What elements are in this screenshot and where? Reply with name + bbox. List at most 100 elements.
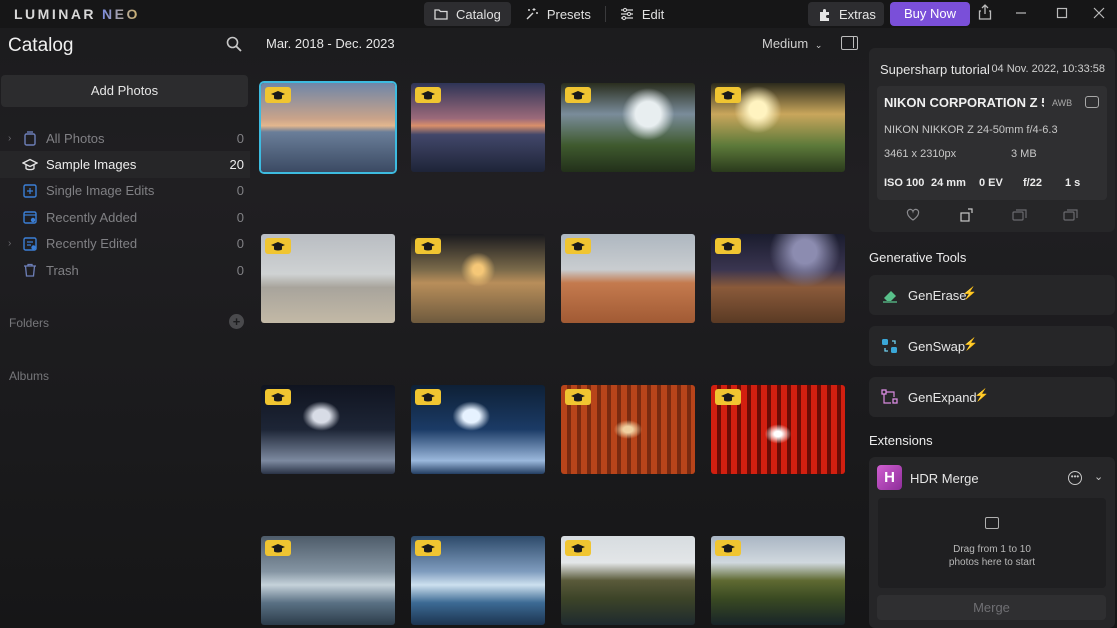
graduation-cap-icon bbox=[421, 543, 435, 552]
minimize-icon[interactable] bbox=[1011, 4, 1031, 24]
photo-thumbnail[interactable] bbox=[711, 83, 845, 172]
sidebar-item-label: Sample Images bbox=[46, 157, 137, 173]
mode-switcher: Catalog Presets Edit bbox=[424, 2, 674, 26]
recently-edited-icon bbox=[23, 237, 37, 251]
extensions-title: Extensions bbox=[869, 433, 933, 448]
search-icon[interactable] bbox=[226, 36, 242, 52]
logo-accent: NEO bbox=[102, 6, 140, 22]
sample-badge bbox=[715, 540, 741, 556]
lightning-icon: ⚡ bbox=[974, 388, 989, 402]
close-icon[interactable] bbox=[1089, 4, 1109, 24]
generase-tool[interactable]: GenErase ⚡ bbox=[869, 275, 1115, 315]
chevron-right-icon[interactable]: › bbox=[8, 133, 11, 144]
eraser-icon bbox=[883, 291, 897, 303]
tab-catalog[interactable]: Catalog bbox=[424, 2, 511, 26]
drop-line-1: Drag from 1 to 10 bbox=[953, 544, 1031, 555]
images-icon bbox=[985, 517, 999, 529]
focal-length: 24 mm bbox=[931, 177, 966, 189]
genswap-tool[interactable]: GenSwap ⚡ bbox=[869, 326, 1115, 366]
photo-thumbnail[interactable] bbox=[561, 385, 695, 474]
app-logo: LUMINAR NEO bbox=[14, 6, 140, 22]
tab-presets[interactable]: Presets bbox=[515, 2, 601, 26]
photo-thumbnail[interactable] bbox=[711, 234, 845, 323]
graduation-cap-icon bbox=[721, 543, 735, 552]
merge-button[interactable]: Merge bbox=[877, 595, 1106, 620]
puzzle-icon bbox=[820, 8, 829, 21]
chevron-down-icon: ⌄ bbox=[814, 40, 823, 50]
lightning-icon: ⚡ bbox=[963, 337, 978, 351]
lens-model: NIKON NIKKOR Z 24-50mm f/4-6.3 bbox=[884, 124, 1058, 136]
expand-info-icon[interactable] bbox=[1085, 96, 1099, 108]
sidebar-item-single-image-edits[interactable]: Single Image Edits 0 bbox=[0, 178, 250, 204]
photo-thumbnail[interactable] bbox=[711, 385, 845, 474]
photo-thumbnail[interactable] bbox=[561, 536, 695, 625]
photo-thumbnail[interactable] bbox=[411, 234, 545, 323]
duplicate-icon[interactable] bbox=[1063, 208, 1078, 222]
swap-icon bbox=[882, 339, 897, 353]
sidebar-item-all-photos[interactable]: › All Photos 0 bbox=[0, 125, 250, 151]
heart-icon[interactable] bbox=[906, 208, 920, 222]
sidebar-item-count: 0 bbox=[236, 262, 244, 278]
photo-thumbnail[interactable] bbox=[561, 83, 695, 172]
rotate-icon[interactable] bbox=[960, 208, 974, 222]
photo-thumbnail[interactable] bbox=[261, 385, 395, 474]
add-folder-icon[interactable]: + bbox=[229, 314, 244, 329]
photo-thumbnail[interactable] bbox=[411, 83, 545, 172]
thumbnail-size-select[interactable]: Medium ⌄ bbox=[762, 36, 822, 51]
sidebar-item-label: Single Image Edits bbox=[46, 183, 155, 199]
sidebar-item-sample-images[interactable]: Sample Images 20 bbox=[0, 151, 250, 178]
sample-badge bbox=[265, 87, 291, 103]
genexpand-tool[interactable]: GenExpand ⚡ bbox=[869, 377, 1115, 417]
extras-button[interactable]: Extras bbox=[808, 2, 884, 26]
sparkle-icon bbox=[526, 8, 538, 20]
sample-badge bbox=[715, 238, 741, 254]
graduation-cap-icon bbox=[571, 90, 585, 99]
graduation-cap-icon bbox=[721, 90, 735, 99]
shutter-value: 1 s bbox=[1065, 177, 1081, 189]
camera-model: NIKON CORPORATION Z 5 bbox=[884, 95, 1044, 110]
white-balance: AWB bbox=[1052, 98, 1073, 108]
sidebar-item-recently-added[interactable]: Recently Added 0 bbox=[0, 204, 250, 230]
sidebar-item-recently-edited[interactable]: › Recently Edited 0 bbox=[0, 231, 250, 257]
sample-badge bbox=[715, 87, 741, 103]
image-resolution: 3461 x 2310px bbox=[884, 148, 957, 160]
sidebar-item-label: Trash bbox=[46, 262, 79, 278]
albums-section-label: Albums bbox=[9, 369, 50, 383]
logo-main: LUMINAR bbox=[14, 6, 97, 22]
photo-thumbnail[interactable] bbox=[261, 83, 395, 172]
add-photos-button[interactable]: Add Photos bbox=[1, 75, 248, 107]
photo-thumbnail[interactable] bbox=[411, 536, 545, 625]
buy-now-button[interactable]: Buy Now bbox=[890, 2, 970, 26]
sample-badge bbox=[415, 540, 441, 556]
photo-thumbnail[interactable] bbox=[561, 234, 695, 323]
photo-thumbnail[interactable] bbox=[261, 234, 395, 323]
sidebar-title: Catalog bbox=[8, 35, 74, 56]
sample-badge bbox=[565, 389, 591, 405]
photo-thumbnail[interactable] bbox=[411, 385, 545, 474]
graduation-cap-icon bbox=[421, 392, 435, 401]
photo-thumbnail[interactable] bbox=[261, 536, 395, 625]
panel-toggle-icon[interactable] bbox=[841, 36, 858, 50]
graduation-cap-icon bbox=[22, 158, 38, 170]
drop-line-2: photos here to start bbox=[948, 557, 1036, 568]
hdr-drop-zone[interactable]: Drag from 1 to 10 photos here to start bbox=[878, 498, 1106, 588]
sample-badge bbox=[565, 540, 591, 556]
tool-label: GenErase bbox=[908, 288, 967, 303]
thumbnail-size-label: Medium bbox=[762, 36, 809, 51]
info-actions bbox=[869, 208, 1115, 224]
photo-thumbnail[interactable] bbox=[711, 536, 845, 625]
sample-badge bbox=[565, 238, 591, 254]
chevron-right-icon[interactable]: › bbox=[8, 238, 11, 249]
folders-section-label: Folders bbox=[9, 316, 50, 330]
chevron-down-icon[interactable]: ⌄ bbox=[1094, 470, 1103, 483]
file-size: 3 MB bbox=[1011, 148, 1037, 160]
tool-label: GenSwap bbox=[908, 339, 966, 354]
tab-edit[interactable]: Edit bbox=[610, 2, 674, 26]
aperture-value: f/22 bbox=[1023, 177, 1042, 189]
sidebar-item-trash[interactable]: Trash 0 bbox=[0, 257, 250, 283]
more-options-icon[interactable]: ••• bbox=[1068, 471, 1082, 485]
maximize-icon[interactable] bbox=[1052, 4, 1072, 24]
share-icon[interactable] bbox=[975, 4, 995, 24]
photos-icon bbox=[24, 131, 36, 146]
copy-icon[interactable] bbox=[1012, 208, 1027, 222]
